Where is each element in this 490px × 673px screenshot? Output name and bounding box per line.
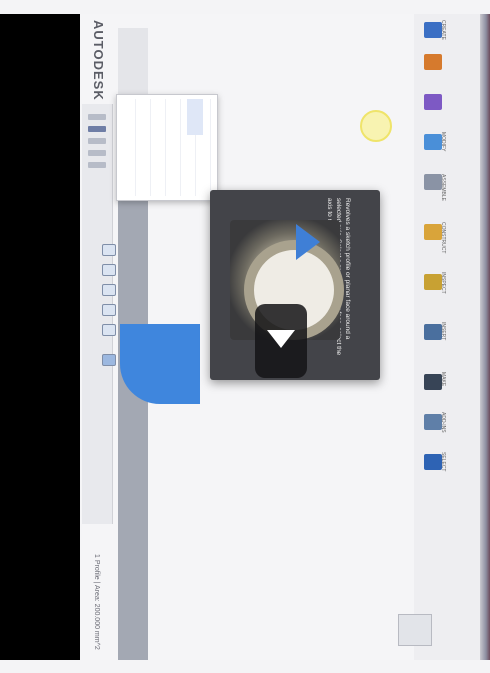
timeline-rewind-button[interactable] (102, 244, 116, 256)
revolve-arrow-icon (296, 224, 320, 260)
video-frame: CREATE MODIFY ASSEMBLE CONSTRUCT INSPECT… (0, 0, 490, 673)
viewcube-icon[interactable] (398, 614, 432, 646)
play-button[interactable] (255, 304, 307, 378)
browser-item[interactable] (88, 114, 106, 120)
toolbar-label-create: CREATE (440, 20, 446, 40)
timeline-next-button[interactable] (102, 304, 116, 316)
timeline-feature-icon[interactable] (102, 354, 116, 366)
autodesk-logo: AUTODESK (82, 18, 110, 101)
toolbar-label-insert: INSERT (440, 322, 446, 341)
app-screen: CREATE MODIFY ASSEMBLE CONSTRUCT INSPECT… (80, 14, 480, 660)
toolbar-label-assemble: ASSEMBLE (440, 174, 446, 201)
browser-item[interactable] (88, 150, 106, 156)
toolbar-label-make: MAKE (440, 372, 446, 387)
status-text: 1 Profile | Area: 200.000 mm^2 (93, 554, 100, 650)
sketch-profile-arm[interactable] (140, 334, 200, 346)
letterbox-left (0, 14, 80, 660)
browser-item-selected[interactable] (88, 126, 106, 132)
extrude-tool-icon[interactable] (424, 54, 442, 70)
toolbar-strip: CREATE MODIFY ASSEMBLE CONSTRUCT INSPECT… (414, 14, 480, 660)
cursor-highlight (360, 110, 392, 142)
menu-item-revolve[interactable] (187, 99, 203, 135)
toolbar-label-select: SELECT (440, 452, 446, 472)
toolbar-label-addins: ADD-INS (440, 412, 446, 433)
revolve-tool-icon[interactable] (424, 94, 442, 110)
toolbar-label-inspect: INSPECT (440, 272, 446, 294)
play-icon (267, 330, 295, 348)
browser-item[interactable] (88, 162, 106, 168)
logo-text: AUTODESK (91, 20, 106, 101)
timeline-end-button[interactable] (102, 324, 116, 336)
create-dropdown-menu (116, 94, 218, 201)
timeline-play-button[interactable] (102, 284, 116, 296)
browser-item[interactable] (88, 138, 106, 144)
timeline-bar (118, 184, 148, 660)
toolbar-label-construct: CONSTRUCT (440, 222, 446, 254)
toolbar-label-modify: MODIFY (440, 132, 446, 152)
timeline-prev-button[interactable] (102, 264, 116, 276)
screen-edge (480, 14, 490, 660)
